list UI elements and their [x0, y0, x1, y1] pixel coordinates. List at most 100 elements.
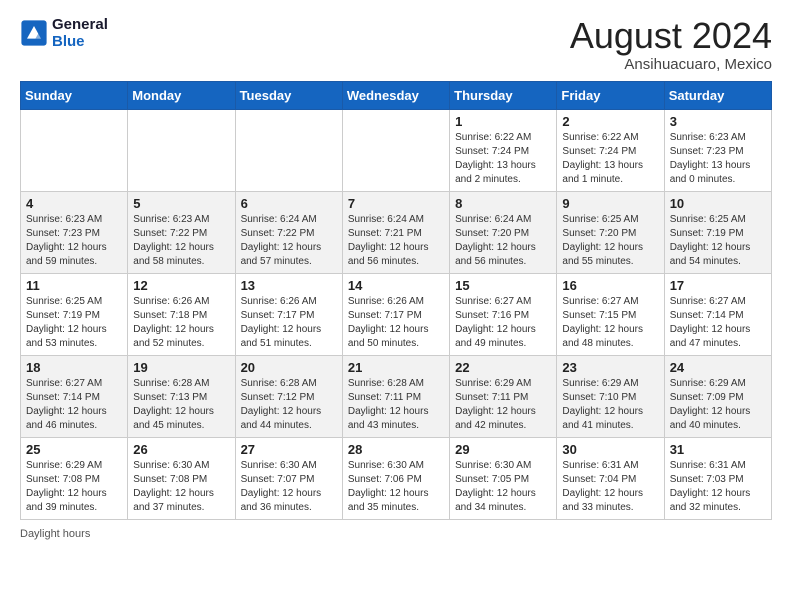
day-number: 10 [670, 196, 766, 211]
calendar-week-5: 25Sunrise: 6:29 AM Sunset: 7:08 PM Dayli… [21, 437, 772, 519]
day-detail: Sunrise: 6:29 AM Sunset: 7:08 PM Dayligh… [26, 459, 122, 515]
calendar-cell: 13Sunrise: 6:26 AM Sunset: 7:17 PM Dayli… [235, 273, 342, 355]
day-detail: Sunrise: 6:25 AM Sunset: 7:19 PM Dayligh… [26, 295, 122, 351]
calendar-cell [235, 109, 342, 191]
day-number: 2 [562, 114, 658, 129]
calendar-cell: 25Sunrise: 6:29 AM Sunset: 7:08 PM Dayli… [21, 437, 128, 519]
calendar-cell: 29 Sunrise: 6:30 AM Sunset: 7:05 PM Dayli… [450, 437, 557, 519]
calendar-cell: 30 Sunrise: 6:31 AM Sunset: 7:04 PM Dayli… [557, 437, 664, 519]
day-detail: Sunrise: 6:27 AM Sunset: 7:14 PM Dayligh… [26, 377, 122, 433]
day-detail: Sunrise: 6:24 AM Sunset: 7:22 PM Dayligh… [241, 213, 337, 269]
day-number: 6 [241, 196, 337, 211]
calendar-cell: 23 Sunrise: 6:29 AM Sunset: 7:10 PM Dayli… [557, 355, 664, 437]
day-detail: Sunrise: 6:30 AM Sunset: 7:08 PM Dayligh… [133, 459, 229, 515]
calendar-cell: 14 Sunrise: 6:26 AM Sunset: 7:17 PM Dayli… [342, 273, 449, 355]
day-detail: Sunrise: 6:27 AM Sunset: 7:14 PM Dayligh… [670, 295, 766, 351]
col-header-friday: Friday [557, 81, 664, 109]
logo-text: General Blue [52, 16, 108, 50]
day-detail: Sunrise: 6:28 AM Sunset: 7:13 PM Dayligh… [133, 377, 229, 433]
day-detail: Sunrise: 6:26 AM Sunset: 7:17 PM Dayligh… [348, 295, 444, 351]
day-detail: Sunrise: 6:27 AM Sunset: 7:16 PM Dayligh… [455, 295, 551, 351]
calendar-cell: 27Sunrise: 6:30 AM Sunset: 7:07 PM Dayli… [235, 437, 342, 519]
calendar-cell: 26Sunrise: 6:30 AM Sunset: 7:08 PM Dayli… [128, 437, 235, 519]
day-number: 5 [133, 196, 229, 211]
calendar-week-4: 18 Sunrise: 6:27 AM Sunset: 7:14 PM Dayli… [21, 355, 772, 437]
calendar-cell: 16 Sunrise: 6:27 AM Sunset: 7:15 PM Dayli… [557, 273, 664, 355]
calendar-cell: 20 Sunrise: 6:28 AM Sunset: 7:12 PM Dayli… [235, 355, 342, 437]
day-number: 18 [26, 360, 122, 375]
day-detail: Sunrise: 6:25 AM Sunset: 7:19 PM Dayligh… [670, 213, 766, 269]
calendar-cell: 6 Sunrise: 6:24 AM Sunset: 7:22 PM Daylig… [235, 191, 342, 273]
day-detail: Sunrise: 6:30 AM Sunset: 7:06 PM Dayligh… [348, 459, 444, 515]
calendar-cell: 2 Sunrise: 6:22 AM Sunset: 7:24 PM Daylig… [557, 109, 664, 191]
day-detail: Sunrise: 6:29 AM Sunset: 7:09 PM Dayligh… [670, 377, 766, 433]
calendar-cell: 11Sunrise: 6:25 AM Sunset: 7:19 PM Dayli… [21, 273, 128, 355]
month-title: August 2024 [570, 16, 772, 56]
col-header-tuesday: Tuesday [235, 81, 342, 109]
day-number: 29 [455, 442, 551, 457]
calendar-cell: 15 Sunrise: 6:27 AM Sunset: 7:16 PM Dayli… [450, 273, 557, 355]
day-detail: Sunrise: 6:29 AM Sunset: 7:11 PM Dayligh… [455, 377, 551, 433]
calendar-week-2: 4 Sunrise: 6:23 AM Sunset: 7:23 PM Daylig… [21, 191, 772, 273]
calendar-cell: 5 Sunrise: 6:23 AM Sunset: 7:22 PM Daylig… [128, 191, 235, 273]
calendar-cell: 10 Sunrise: 6:25 AM Sunset: 7:19 PM Dayli… [664, 191, 771, 273]
day-detail: Sunrise: 6:28 AM Sunset: 7:12 PM Dayligh… [241, 377, 337, 433]
day-detail: Sunrise: 6:31 AM Sunset: 7:03 PM Dayligh… [670, 459, 766, 515]
calendar-cell: 19Sunrise: 6:28 AM Sunset: 7:13 PM Dayli… [128, 355, 235, 437]
col-header-thursday: Thursday [450, 81, 557, 109]
day-detail: Sunrise: 6:23 AM Sunset: 7:23 PM Dayligh… [26, 213, 122, 269]
day-detail: Sunrise: 6:24 AM Sunset: 7:20 PM Dayligh… [455, 213, 551, 269]
calendar-cell [21, 109, 128, 191]
day-detail: Sunrise: 6:28 AM Sunset: 7:11 PM Dayligh… [348, 377, 444, 433]
calendar-cell: 28 Sunrise: 6:30 AM Sunset: 7:06 PM Dayli… [342, 437, 449, 519]
calendar-table: SundayMondayTuesdayWednesdayThursdayFrid… [20, 81, 772, 520]
day-number: 21 [348, 360, 444, 375]
calendar-cell [342, 109, 449, 191]
day-number: 16 [562, 278, 658, 293]
day-detail: Sunrise: 6:29 AM Sunset: 7:10 PM Dayligh… [562, 377, 658, 433]
day-number: 27 [241, 442, 337, 457]
day-number: 1 [455, 114, 551, 129]
day-detail: Sunrise: 6:26 AM Sunset: 7:18 PM Dayligh… [133, 295, 229, 351]
col-header-sunday: Sunday [21, 81, 128, 109]
calendar-cell: 3Sunrise: 6:23 AM Sunset: 7:23 PM Daylig… [664, 109, 771, 191]
col-header-monday: Monday [128, 81, 235, 109]
day-number: 28 [348, 442, 444, 457]
day-number: 4 [26, 196, 122, 211]
calendar-cell: 4 Sunrise: 6:23 AM Sunset: 7:23 PM Daylig… [21, 191, 128, 273]
day-number: 7 [348, 196, 444, 211]
day-detail: Sunrise: 6:22 AM Sunset: 7:24 PM Dayligh… [455, 131, 551, 187]
day-number: 12 [133, 278, 229, 293]
day-detail: Sunrise: 6:27 AM Sunset: 7:15 PM Dayligh… [562, 295, 658, 351]
calendar-cell: 9Sunrise: 6:25 AM Sunset: 7:20 PM Daylig… [557, 191, 664, 273]
calendar-cell: 12 Sunrise: 6:26 AM Sunset: 7:18 PM Dayli… [128, 273, 235, 355]
col-header-wednesday: Wednesday [342, 81, 449, 109]
day-detail: Sunrise: 6:22 AM Sunset: 7:24 PM Dayligh… [562, 131, 658, 187]
day-number: 17 [670, 278, 766, 293]
day-detail: Sunrise: 6:24 AM Sunset: 7:21 PM Dayligh… [348, 213, 444, 269]
footer: Daylight hours [20, 528, 772, 540]
calendar-header-row: SundayMondayTuesdayWednesdayThursdayFrid… [21, 81, 772, 109]
calendar-cell: 17 Sunrise: 6:27 AM Sunset: 7:14 PM Dayli… [664, 273, 771, 355]
day-number: 30 [562, 442, 658, 457]
logo-icon [20, 19, 48, 47]
page-header: General Blue August 2024 Ansihuacuaro, M… [20, 16, 772, 73]
day-detail: Sunrise: 6:30 AM Sunset: 7:05 PM Dayligh… [455, 459, 551, 515]
day-number: 22 [455, 360, 551, 375]
day-detail: Sunrise: 6:23 AM Sunset: 7:23 PM Dayligh… [670, 131, 766, 187]
day-detail: Sunrise: 6:23 AM Sunset: 7:22 PM Dayligh… [133, 213, 229, 269]
calendar-cell: 24 Sunrise: 6:29 AM Sunset: 7:09 PM Dayli… [664, 355, 771, 437]
day-detail: Sunrise: 6:31 AM Sunset: 7:04 PM Dayligh… [562, 459, 658, 515]
calendar-cell [128, 109, 235, 191]
day-number: 20 [241, 360, 337, 375]
calendar-cell: 8Sunrise: 6:24 AM Sunset: 7:20 PM Daylig… [450, 191, 557, 273]
day-detail: Sunrise: 6:25 AM Sunset: 7:20 PM Dayligh… [562, 213, 658, 269]
calendar-cell: 21 Sunrise: 6:28 AM Sunset: 7:11 PM Dayli… [342, 355, 449, 437]
calendar-cell: 18 Sunrise: 6:27 AM Sunset: 7:14 PM Dayli… [21, 355, 128, 437]
day-number: 24 [670, 360, 766, 375]
day-number: 23 [562, 360, 658, 375]
day-number: 15 [455, 278, 551, 293]
day-number: 14 [348, 278, 444, 293]
logo: General Blue [20, 16, 108, 50]
location: Ansihuacuaro, Mexico [570, 56, 772, 73]
